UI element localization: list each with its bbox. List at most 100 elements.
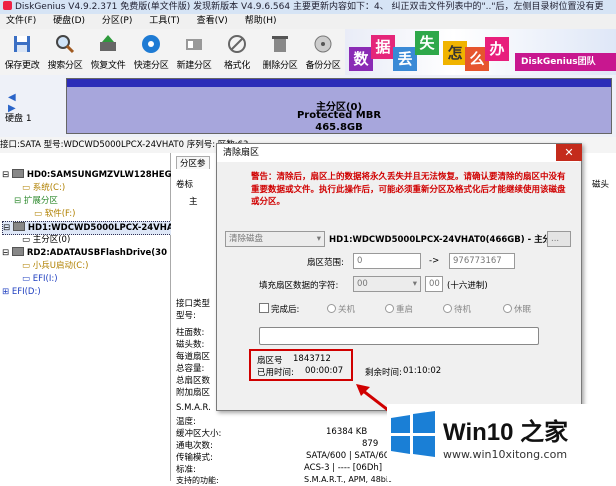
- option-shutdown[interactable]: 关机: [327, 303, 355, 315]
- tree-item-extended[interactable]: ⊟ 扩展分区: [14, 195, 58, 207]
- progress-bar: [259, 327, 539, 345]
- tree-item-primary[interactable]: ▭ 主分区(0): [22, 234, 70, 246]
- promo-banner[interactable]: 数 据 丢 失 怎 么 办 DiskGenius团队: [345, 29, 616, 75]
- option-standby[interactable]: 待机: [443, 303, 471, 315]
- value-features: S.M.A.R.T., APM, 48bit: [304, 475, 392, 484]
- recover-files-button[interactable]: 恢复文件: [86, 31, 130, 73]
- diskgenius-brand: DiskGenius团队: [515, 53, 616, 71]
- menu-file[interactable]: 文件(F): [6, 16, 36, 26]
- chevron-down-icon: ▾: [412, 279, 417, 289]
- fill-select[interactable]: 00 ▾: [353, 276, 421, 292]
- disk-icon: [11, 247, 24, 256]
- dialog-title: 清除扇区: [217, 144, 579, 162]
- label-standard: 标准:: [176, 465, 196, 475]
- menu-bar: 文件(F) 硬盘(D) 分区(P) 工具(T) 查看(V) 帮助(H): [0, 14, 616, 29]
- tree-item-hd1[interactable]: ⊟ HD1:WDCWD5000LPCX-24VHAT0: [2, 221, 186, 235]
- value-power-on: 879: [362, 439, 379, 449]
- ellipsis-icon: ...: [551, 234, 560, 244]
- quick-partition-label: 快速分区: [133, 61, 169, 71]
- option-restart[interactable]: 重启: [385, 303, 413, 315]
- label-cylinders: 柱面数:: [176, 328, 205, 338]
- expand-icon[interactable]: ⊟: [3, 223, 13, 233]
- label-model: 型号:: [176, 311, 196, 321]
- partition-icon: ▭: [34, 209, 45, 219]
- save-changes-button[interactable]: 保存更改: [0, 31, 44, 73]
- new-partition-button[interactable]: 新建分区: [172, 31, 216, 73]
- label-buffer: 缓冲区大小:: [176, 429, 222, 439]
- menu-disk[interactable]: 硬盘(D): [53, 16, 85, 26]
- search-partition-label: 搜索分区: [47, 61, 83, 71]
- after-complete-checkbox[interactable]: 完成后:: [259, 303, 299, 315]
- expand-icon[interactable]: ⊟: [2, 248, 12, 258]
- range-end-input[interactable]: 976773167: [449, 253, 515, 269]
- format-button[interactable]: 格式化: [215, 31, 259, 73]
- banner-char: 数: [349, 47, 373, 71]
- prev-disk-icon[interactable]: ◀: [8, 92, 16, 103]
- recover-files-icon: [100, 35, 116, 51]
- save-icon: [14, 36, 30, 52]
- partition-icon: ▭: [22, 183, 33, 193]
- watermark-brand: Win10 之家: [443, 419, 569, 446]
- window-title: DiskGenius V4.9.2.371 免费版(单文件版) 发现新版本 V4…: [15, 2, 604, 12]
- tree-item-efi-i[interactable]: ▭ EFI(I:): [22, 273, 58, 285]
- disk-icon: [12, 222, 25, 231]
- label-interface: 接口类型: [176, 299, 211, 309]
- search-partition-button[interactable]: 搜索分区: [43, 31, 87, 73]
- tree-item-f[interactable]: ▭ 软件(F:): [34, 208, 75, 220]
- tree-item-rd2[interactable]: ⊟ RD2:ADATAUSBFlashDrive(30: [2, 247, 167, 259]
- watermark: Win10 之家 www.win10xitong.com: [387, 404, 616, 481]
- expand-icon[interactable]: ⊞: [2, 287, 12, 297]
- partition-size: 465.8GB: [315, 122, 363, 133]
- tree-item-efi-d[interactable]: ⊞ EFI(D:): [2, 286, 41, 298]
- new-partition-label: 新建分区: [176, 61, 212, 71]
- browse-button[interactable]: ...: [547, 231, 571, 247]
- checkbox-icon[interactable]: [259, 303, 269, 313]
- expand-icon[interactable]: ⊟: [14, 196, 24, 206]
- col-volume-label: 卷标: [176, 180, 194, 190]
- partition-type: Protected MBR: [296, 110, 382, 121]
- col-heads: 磁头: [592, 180, 610, 190]
- close-icon[interactable]: ✕: [556, 144, 582, 161]
- menu-partition[interactable]: 分区(P): [102, 16, 132, 26]
- tree-item-c[interactable]: ▭ 系统(C:): [22, 182, 65, 194]
- backup-partition-button[interactable]: 备份分区: [301, 31, 345, 73]
- delete-partition-button[interactable]: 删除分区: [258, 31, 302, 73]
- mode-select[interactable]: 清除磁盘 ▾: [225, 231, 325, 247]
- menu-tools[interactable]: 工具(T): [149, 16, 180, 26]
- delete-partition-icon: [272, 36, 288, 52]
- expand-icon[interactable]: ⊟: [2, 170, 12, 180]
- fill-label: 填充扇区数据的字符:: [259, 281, 339, 291]
- partition-icon: ▭: [22, 235, 33, 245]
- range-start-input[interactable]: 0: [353, 253, 421, 269]
- tree-item-hd0[interactable]: ⊟ HD0:SAMSUNGMZVLW128HEGR-0: [2, 169, 188, 181]
- radio-icon: [327, 304, 336, 313]
- label-total-sectors: 总扇区数: [176, 376, 211, 386]
- radio-icon: [385, 304, 394, 313]
- elapsed-label: 已用时间:: [257, 368, 294, 378]
- quick-partition-button[interactable]: 快速分区: [129, 31, 173, 73]
- partition-block[interactable]: 主分区(0) Protected MBR 465.8GB: [66, 78, 612, 134]
- warning-text: 警告：清除后，扇区上的数据将永久丢失并且无法恢复。请确认要清除的扇区中没有重要数…: [251, 172, 566, 207]
- option-hibernate[interactable]: 休眠: [503, 303, 531, 315]
- menu-help[interactable]: 帮助(H): [245, 16, 277, 26]
- menu-view[interactable]: 查看(V): [197, 16, 228, 26]
- remaining-label: 剩余时间:: [365, 368, 402, 378]
- fill-suffix: (十六进制): [447, 281, 488, 291]
- banner-char: 办: [485, 37, 509, 61]
- banner-char: 丢: [393, 47, 417, 71]
- range-arrow: ->: [429, 256, 440, 266]
- tree-item-usb-c[interactable]: ▭ 小兵U启动(C:): [22, 260, 88, 272]
- radio-icon: [443, 304, 452, 313]
- label-total-capacity: 总容量:: [176, 364, 205, 374]
- value-transfer: SATA/600 | SATA/600: [306, 451, 395, 461]
- magnifier-icon: [56, 35, 75, 54]
- format-label: 格式化: [223, 61, 251, 71]
- fill-hex-input[interactable]: 00: [425, 276, 443, 292]
- disk-icon: [11, 169, 24, 178]
- tab-partition-params[interactable]: 分区参: [176, 156, 210, 169]
- disk-label: 硬盘 1: [5, 114, 32, 124]
- sector-label: 扇区号: [257, 356, 283, 366]
- sector-value: 1843712: [293, 354, 331, 364]
- quick-partition-icon: [142, 35, 160, 53]
- clear-sectors-dialog: 清除扇区 ✕ 警告：清除后，扇区上的数据将永久丢失并且无法恢复。请确认要清除的扇…: [216, 143, 582, 411]
